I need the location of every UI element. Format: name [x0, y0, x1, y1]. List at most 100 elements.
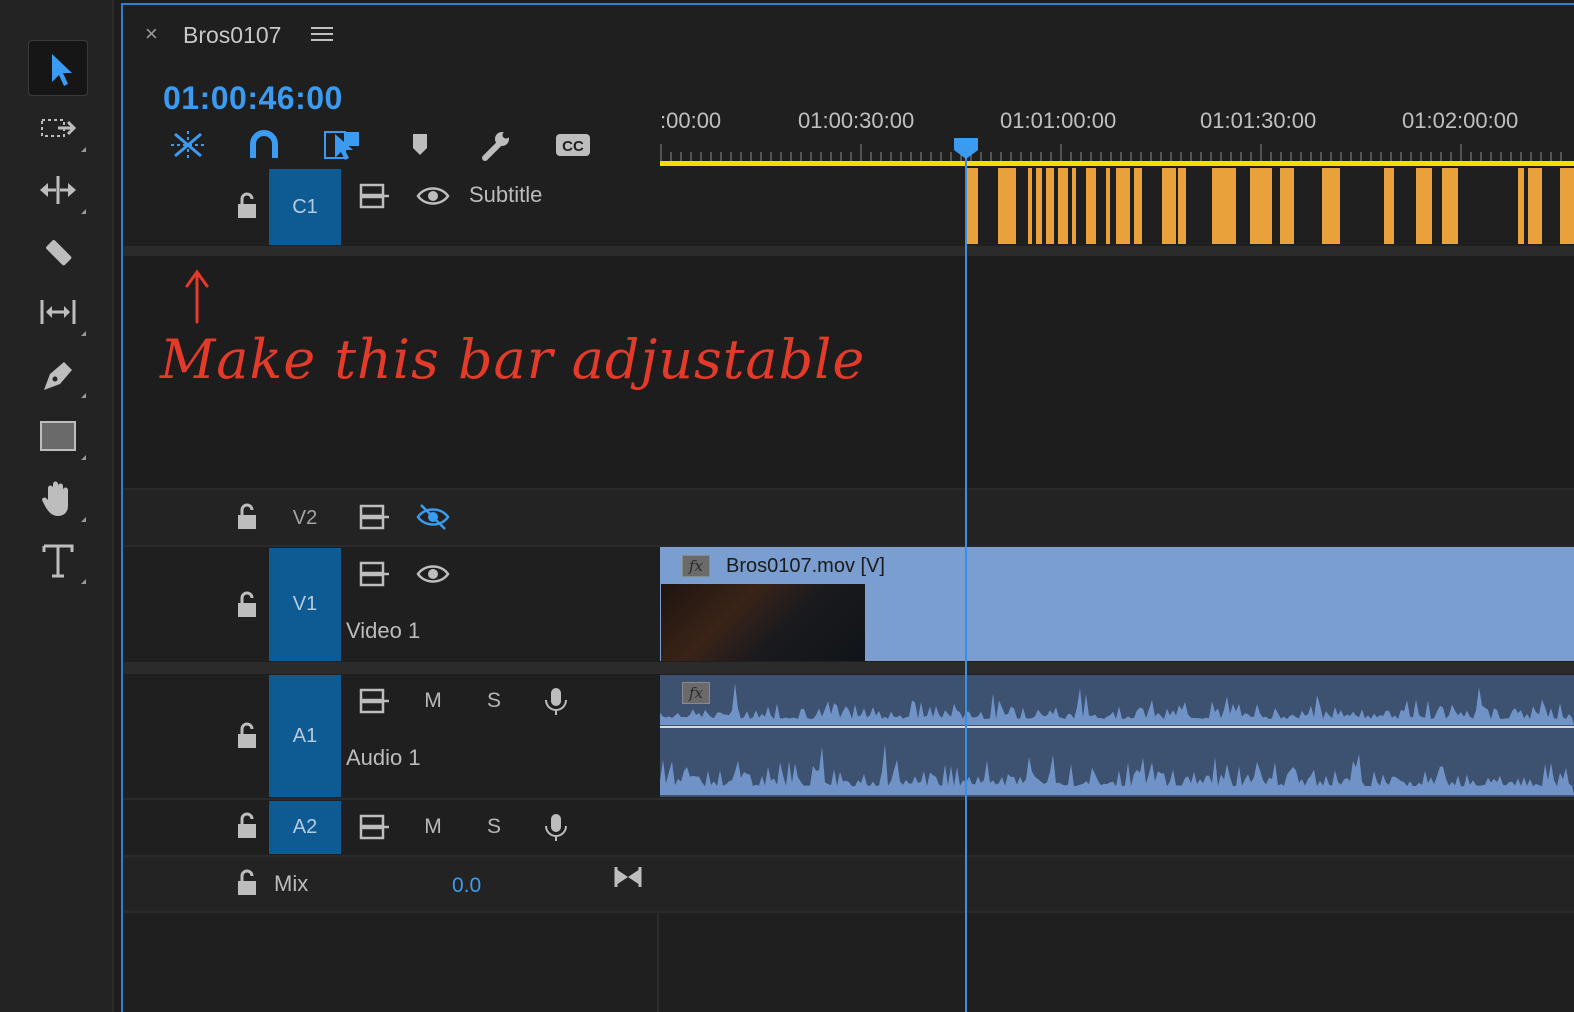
- caption-clip[interactable]: [1280, 168, 1294, 244]
- selection-tool-button[interactable]: [28, 40, 88, 96]
- track-target-a2[interactable]: A2: [269, 801, 341, 854]
- caption-clip[interactable]: [1442, 168, 1458, 244]
- sync-lock-icon[interactable]: [351, 554, 395, 594]
- selection-arrow-icon: [52, 54, 72, 86]
- tool-flyout-indicator: [81, 579, 86, 584]
- caption-clip[interactable]: [1072, 168, 1076, 244]
- caption-clip[interactable]: [1116, 168, 1130, 244]
- caption-clip[interactable]: [1134, 168, 1142, 244]
- mix-track-row: [123, 857, 1574, 912]
- rectangle-tool-button[interactable]: [28, 408, 88, 464]
- ruler-ticks: [660, 144, 1562, 162]
- time-ruler[interactable]: :00:00 01:00:30:00 01:01:00:00 01:01:30:…: [660, 100, 1574, 166]
- tool-flyout-indicator: [81, 209, 86, 214]
- hand-icon: [42, 481, 68, 516]
- playhead-timecode[interactable]: 01:00:46:00: [163, 78, 343, 118]
- lock-icon[interactable]: [235, 590, 259, 620]
- mute-track-button[interactable]: M: [413, 681, 453, 721]
- lock-icon[interactable]: [235, 721, 259, 751]
- ruler-label: :00:00: [660, 108, 722, 133]
- eye-hidden-icon[interactable]: [411, 497, 455, 537]
- caption-clip[interactable]: [1560, 168, 1574, 244]
- track-target-c1[interactable]: C1: [269, 169, 341, 245]
- lock-icon[interactable]: [235, 868, 259, 898]
- caption-clip[interactable]: [1528, 168, 1542, 244]
- ruler-label: 01:01:00:00: [1000, 108, 1117, 133]
- caption-clip[interactable]: [1162, 168, 1176, 244]
- caption-clip[interactable]: [1058, 168, 1068, 244]
- sync-lock-icon[interactable]: [351, 807, 395, 847]
- add-marker-button[interactable]: [398, 126, 442, 164]
- mix-track-name: Mix: [274, 871, 309, 896]
- tool-flyout-indicator: [81, 331, 86, 336]
- timeline-settings-button[interactable]: [474, 126, 518, 164]
- caption-clip[interactable]: [1046, 168, 1054, 244]
- subtitle-clips[interactable]: [660, 166, 1574, 246]
- eye-icon[interactable]: [411, 176, 455, 216]
- caption-clip[interactable]: [1106, 168, 1110, 244]
- sync-lock-icon[interactable]: [351, 176, 395, 216]
- insert-nest-button[interactable]: [166, 126, 210, 164]
- caption-clip[interactable]: [966, 168, 978, 244]
- track-target-a1[interactable]: A1: [269, 675, 341, 797]
- caption-clip[interactable]: [998, 168, 1016, 244]
- hand-tool-button[interactable]: [28, 470, 88, 526]
- playhead-handle-icon[interactable]: [952, 136, 980, 160]
- ripple-edit-tool-button[interactable]: [28, 162, 88, 218]
- lock-icon[interactable]: [235, 811, 259, 841]
- tools-panel: [0, 0, 114, 1012]
- ruler-label: 01:02:00:00: [1402, 108, 1519, 133]
- close-tab-icon[interactable]: ×: [145, 22, 161, 46]
- track-separator: [123, 662, 1574, 674]
- caption-clip[interactable]: [1178, 168, 1186, 244]
- panel-menu-icon[interactable]: [311, 24, 333, 44]
- solo-track-button[interactable]: S: [474, 807, 514, 847]
- captions-cc-icon: CC: [556, 134, 590, 156]
- sync-lock-icon[interactable]: [351, 497, 395, 537]
- playhead-line[interactable]: [965, 150, 967, 1012]
- track-name-v1: Video 1: [346, 618, 421, 643]
- caption-clip[interactable]: [1384, 168, 1394, 244]
- svg-text:CC: CC: [562, 138, 584, 155]
- mix-bowtie-icon[interactable]: [606, 856, 650, 896]
- razor-tool-button[interactable]: [28, 224, 88, 280]
- sync-lock-icon[interactable]: [351, 681, 395, 721]
- track-select-forward-icon: [41, 119, 77, 137]
- caption-clip[interactable]: [1086, 168, 1096, 244]
- track-separator[interactable]: [123, 246, 1574, 256]
- linked-selection-button[interactable]: [320, 126, 364, 164]
- track-select-tool-button[interactable]: [28, 100, 88, 156]
- snap-toggle-button[interactable]: [242, 126, 286, 164]
- caption-clip[interactable]: [1518, 168, 1524, 244]
- lock-icon[interactable]: [235, 191, 259, 221]
- mute-track-button[interactable]: M: [413, 807, 453, 847]
- type-tool-button[interactable]: [28, 532, 88, 588]
- caption-clip[interactable]: [1212, 168, 1236, 244]
- slip-tool-button[interactable]: [28, 284, 88, 340]
- sequence-tab-title[interactable]: Bros0107: [183, 20, 281, 50]
- solo-track-button[interactable]: S: [474, 681, 514, 721]
- eye-icon[interactable]: [411, 554, 455, 594]
- type-icon: [42, 544, 74, 578]
- waveform-channel-left: [660, 683, 1574, 725]
- ruler-label: 01:01:30:00: [1200, 108, 1317, 133]
- lock-icon[interactable]: [235, 502, 259, 532]
- caption-clip[interactable]: [1416, 168, 1432, 244]
- caption-clip[interactable]: [1028, 168, 1032, 244]
- caption-clip[interactable]: [1250, 168, 1272, 244]
- caption-clip[interactable]: [1036, 168, 1042, 244]
- linked-selection-icon: [324, 131, 359, 160]
- microphone-icon[interactable]: [534, 681, 578, 721]
- track-target-v1[interactable]: V1: [269, 548, 341, 661]
- caption-clip[interactable]: [1322, 168, 1340, 244]
- snap-magnet-icon: [250, 130, 278, 158]
- pen-tool-button[interactable]: [28, 346, 88, 402]
- ruler-label: 01:00:30:00: [798, 108, 915, 133]
- handwritten-annotation: Make this bar adjustable: [160, 328, 866, 391]
- tool-flyout-indicator: [81, 517, 86, 522]
- slip-icon: [40, 300, 76, 324]
- mix-volume-value[interactable]: 0.0: [452, 872, 481, 900]
- track-target-v2[interactable]: V2: [269, 493, 341, 543]
- captions-button[interactable]: CC: [551, 126, 595, 164]
- microphone-icon[interactable]: [534, 807, 578, 847]
